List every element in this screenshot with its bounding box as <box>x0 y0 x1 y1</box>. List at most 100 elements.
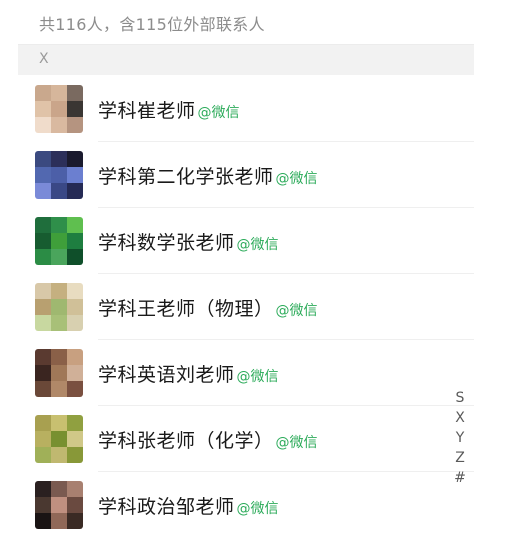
avatar-mosaic-cell <box>67 497 83 513</box>
avatar-mosaic-cell <box>51 117 67 133</box>
avatar-mosaic-cell <box>51 101 67 117</box>
avatar-mosaic-cell <box>67 299 83 315</box>
contact-name: 学科王老师（物理） <box>98 298 274 320</box>
avatar-mosaic-cell <box>51 233 67 249</box>
avatar-mosaic-cell <box>35 117 51 133</box>
wechat-tag: @微信 <box>236 237 279 253</box>
avatar-mosaic-cell <box>35 249 51 265</box>
avatar-mosaic-cell <box>51 497 67 513</box>
avatar-mosaic-cell <box>51 415 67 431</box>
avatar-mosaic-cell <box>35 101 51 117</box>
contact-list: 学科崔老师 @微信 学科第二化学张老师 @微信 学科数学张老师 @微信 学科王老师（物… <box>18 76 474 538</box>
contact-name: 学科第二化学张老师 <box>98 166 274 188</box>
avatar-mosaic-cell <box>35 481 51 497</box>
avatar-mosaic-cell <box>67 513 83 529</box>
avatar-mosaic-cell <box>67 167 83 183</box>
avatar-mosaic-cell <box>35 217 51 233</box>
avatar-mosaic-cell <box>35 151 51 167</box>
avatar-mosaic-cell <box>35 497 51 513</box>
avatar <box>35 85 83 133</box>
contact-count-summary: 共116人，含115位外部联系人 <box>18 0 474 45</box>
contact-row[interactable]: 学科崔老师 @微信 <box>18 76 474 142</box>
avatar-mosaic-cell <box>35 183 51 199</box>
avatar-mosaic-cell <box>51 183 67 199</box>
contact-name: 学科张老师（化学） <box>98 430 274 452</box>
avatar-mosaic-cell <box>51 513 67 529</box>
avatar-mosaic-cell <box>67 481 83 497</box>
contact-name: 学科数学张老师 <box>98 232 235 254</box>
wechat-tag: @微信 <box>197 105 240 121</box>
avatar-mosaic-cell <box>67 249 83 265</box>
avatar-mosaic-cell <box>35 349 51 365</box>
contact-row[interactable]: 学科第二化学张老师 @微信 <box>18 142 474 208</box>
avatar-mosaic-cell <box>51 217 67 233</box>
avatar <box>35 415 83 463</box>
index-letter-y[interactable]: Y <box>456 428 465 448</box>
wechat-tag: @微信 <box>275 435 318 451</box>
contact-list-panel: 共116人，含115位外部联系人 X 学科崔老师 @微信 学科第二化学张老师 @微信… <box>18 0 474 548</box>
alphabet-index-bar[interactable]: S X Y Z # <box>450 388 470 488</box>
contact-name-wrap: 学科张老师（化学） @微信 <box>98 426 318 453</box>
avatar-mosaic-cell <box>51 349 67 365</box>
contact-row[interactable]: 学科张老师（化学） @微信 <box>18 406 474 472</box>
index-letter-x[interactable]: X <box>455 408 465 428</box>
wechat-tag: @微信 <box>275 171 318 187</box>
contact-name-wrap: 学科政治邹老师 @微信 <box>98 492 279 519</box>
contact-name-wrap: 学科英语刘老师 @微信 <box>98 360 279 387</box>
avatar-mosaic-cell <box>51 85 67 101</box>
avatar-mosaic-cell <box>67 117 83 133</box>
avatar-mosaic-cell <box>67 431 83 447</box>
avatar-mosaic-cell <box>67 415 83 431</box>
avatar <box>35 151 83 199</box>
contact-name-wrap: 学科第二化学张老师 @微信 <box>98 162 318 189</box>
avatar <box>35 217 83 265</box>
avatar-mosaic-cell <box>67 349 83 365</box>
avatar-mosaic-cell <box>51 167 67 183</box>
avatar-mosaic-cell <box>51 283 67 299</box>
index-letter-z[interactable]: Z <box>455 448 465 468</box>
avatar-mosaic-cell <box>51 365 67 381</box>
contact-row[interactable]: 学科数学张老师 @微信 <box>18 208 474 274</box>
contact-name: 学科英语刘老师 <box>98 364 235 386</box>
avatar-mosaic-cell <box>51 447 67 463</box>
avatar-mosaic-cell <box>51 299 67 315</box>
contact-row[interactable]: 学科政治邹老师 @微信 <box>18 472 474 538</box>
avatar-mosaic-cell <box>51 151 67 167</box>
avatar-mosaic-cell <box>67 183 83 199</box>
contact-name: 学科政治邹老师 <box>98 496 235 518</box>
avatar <box>35 283 83 331</box>
avatar-mosaic-cell <box>67 101 83 117</box>
avatar-mosaic-cell <box>35 381 51 397</box>
wechat-tag: @微信 <box>236 501 279 517</box>
avatar-mosaic-cell <box>35 315 51 331</box>
avatar <box>35 349 83 397</box>
section-letter: X <box>39 51 49 67</box>
section-header-x: X <box>18 45 474 75</box>
contact-row[interactable]: 学科王老师（物理） @微信 <box>18 274 474 340</box>
avatar-mosaic-cell <box>35 85 51 101</box>
index-letter-s[interactable]: S <box>456 388 465 408</box>
avatar-mosaic-cell <box>35 233 51 249</box>
avatar-mosaic-cell <box>35 283 51 299</box>
avatar-mosaic-cell <box>67 151 83 167</box>
avatar-mosaic-cell <box>51 431 67 447</box>
avatar-mosaic-cell <box>67 381 83 397</box>
avatar-mosaic-cell <box>67 85 83 101</box>
avatar-mosaic-cell <box>35 447 51 463</box>
wechat-tag: @微信 <box>275 303 318 319</box>
avatar-mosaic-cell <box>35 513 51 529</box>
avatar <box>35 481 83 529</box>
avatar-mosaic-cell <box>67 315 83 331</box>
index-letter-hash[interactable]: # <box>454 468 466 488</box>
contact-name-wrap: 学科王老师（物理） @微信 <box>98 294 318 321</box>
avatar-mosaic-cell <box>35 167 51 183</box>
contact-row[interactable]: 学科英语刘老师 @微信 <box>18 340 474 406</box>
avatar-mosaic-cell <box>51 481 67 497</box>
avatar-mosaic-cell <box>51 249 67 265</box>
avatar-mosaic-cell <box>35 431 51 447</box>
avatar-mosaic-cell <box>51 381 67 397</box>
avatar-mosaic-cell <box>67 365 83 381</box>
contact-count-text: 共116人，含115位外部联系人 <box>39 15 265 34</box>
contact-name: 学科崔老师 <box>98 100 196 122</box>
contact-name-wrap: 学科崔老师 @微信 <box>98 96 240 123</box>
